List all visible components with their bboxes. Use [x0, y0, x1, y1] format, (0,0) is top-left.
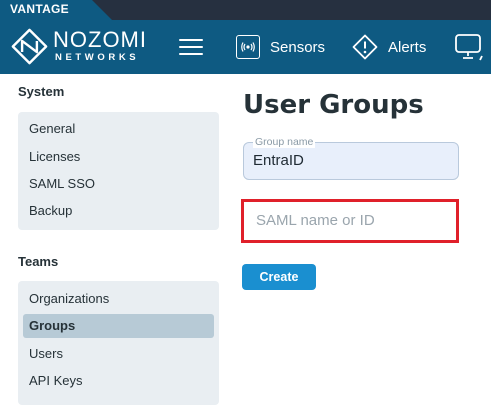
header: NOZOMI NETWORKS Sensors Alerts	[0, 20, 491, 74]
nav-alerts[interactable]: Alerts	[352, 32, 426, 62]
page-title: User Groups	[243, 90, 424, 120]
create-button[interactable]: Create	[242, 264, 316, 290]
vantage-label: VANTAGE	[10, 2, 69, 16]
sidebar-item-general[interactable]: General	[23, 117, 214, 141]
sidebar-item-saml-sso[interactable]: SAML SSO	[23, 172, 214, 196]
logo-subtext: NETWORKS	[55, 52, 140, 63]
sidebar: System General Licenses SAML SSO Backup …	[0, 74, 230, 405]
sidebar-section-system-title: System	[18, 84, 65, 99]
group-name-field[interactable]: Group name EntraID	[243, 136, 459, 180]
group-name-value: EntraID	[253, 152, 304, 169]
nav-alerts-label: Alerts	[388, 38, 427, 56]
nav-sensors-label: Sensors	[270, 38, 326, 56]
sidebar-item-api-keys[interactable]: API Keys	[23, 369, 214, 393]
logo-text: NOZOMI	[53, 27, 147, 52]
monitor-icon	[455, 34, 483, 61]
saml-name-field	[241, 199, 459, 243]
saml-name-input[interactable]	[256, 212, 446, 229]
group-name-label: Group name	[253, 136, 316, 148]
sidebar-item-backup[interactable]: Backup	[23, 199, 214, 223]
sensor-icon	[236, 35, 260, 59]
nav-monitor[interactable]	[454, 32, 484, 62]
sidebar-section-teams-title: Teams	[18, 254, 59, 269]
sidebar-item-organizations[interactable]: Organizations	[23, 287, 214, 311]
logo[interactable]: NOZOMI NETWORKS	[11, 27, 151, 67]
sidebar-item-groups[interactable]: Groups	[23, 314, 214, 338]
sidebar-item-users[interactable]: Users	[23, 342, 214, 366]
sidebar-item-licenses[interactable]: Licenses	[23, 145, 214, 169]
nav-sensors[interactable]: Sensors	[236, 32, 325, 62]
sidebar-system-menu: General Licenses SAML SSO Backup	[18, 112, 219, 230]
hamburger-menu-icon[interactable]	[179, 38, 203, 56]
sidebar-teams-menu: Organizations Groups Users API Keys	[18, 281, 219, 405]
alert-icon	[352, 34, 378, 60]
nozomi-logo-icon	[11, 28, 48, 65]
